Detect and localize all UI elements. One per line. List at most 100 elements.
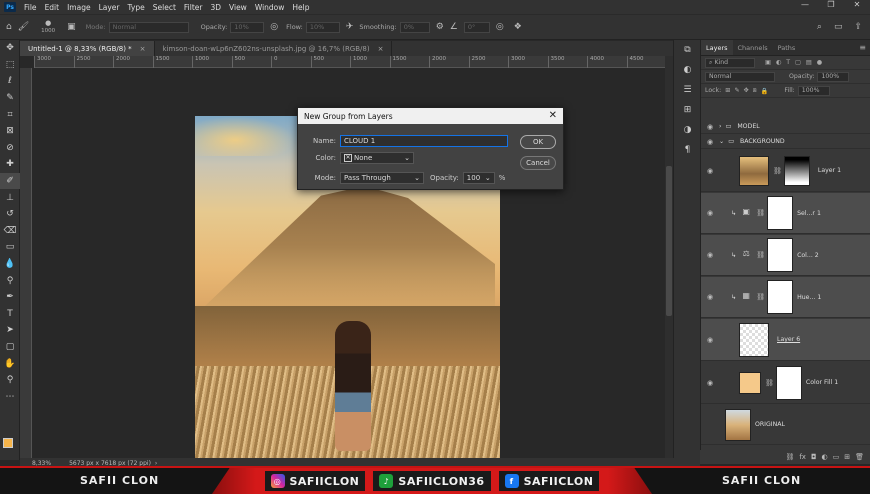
menu-help[interactable]: Help [288, 3, 313, 12]
brush-settings-icon[interactable]: ▣ [67, 22, 76, 32]
layer-row[interactable]: ◉ ⌄ ▭ BACKGROUND [701, 135, 870, 149]
chevron-right-icon[interactable]: › [719, 123, 721, 130]
brush-tool-icon-active[interactable]: ✐ [0, 172, 20, 190]
clone-stamp-tool-icon[interactable]: ⊥ [0, 189, 20, 206]
lock-artboard-icon[interactable]: ⧈ [753, 87, 757, 95]
color-panel-icon[interactable]: ◐ [674, 60, 701, 80]
close-window-button[interactable]: ✕ [844, 0, 870, 9]
chain-link-icon[interactable]: ⛓ [765, 379, 774, 387]
ok-button[interactable]: OK [520, 135, 556, 149]
mode-select[interactable]: Normal [108, 21, 189, 33]
hand-tool-icon[interactable]: ✋ [0, 355, 20, 372]
filter-toggle-icon[interactable]: ● [817, 59, 822, 66]
brush-preset-picker[interactable]: ● 1000 [41, 19, 55, 35]
libraries-panel-icon[interactable]: ⊞ [674, 100, 701, 120]
lock-transparency-icon[interactable]: ⊞ [725, 87, 730, 94]
scrollbar-thumb[interactable] [666, 166, 672, 316]
layer-row[interactable]: ◉ ⛓ Color Fill 1 [701, 362, 870, 404]
adjustment-layer-icon[interactable]: ◐ [822, 453, 828, 461]
opacity-input[interactable]: 10% [230, 21, 265, 33]
menu-file[interactable]: File [20, 3, 41, 12]
home-icon[interactable]: ⌂ [6, 22, 12, 32]
symmetry-icon[interactable]: ❖ [514, 22, 522, 32]
gradient-tool-icon[interactable]: ▭ [0, 239, 20, 256]
healing-brush-tool-icon[interactable]: ✚ [0, 156, 20, 173]
zoom-tool-icon[interactable]: ⚲ [0, 372, 20, 389]
minimize-button[interactable]: — [792, 0, 818, 9]
pressure-size-icon[interactable]: ◎ [496, 22, 504, 32]
kind-filter-select[interactable]: ⌕ Kind [705, 57, 755, 68]
menu-window[interactable]: Window [251, 3, 289, 12]
workspace-icon[interactable]: ▭ [834, 22, 843, 32]
smoothing-input[interactable]: 0% [399, 21, 430, 33]
layer-row[interactable]: ◉ ↳ ⚖ ⛓ Col... 2 [701, 235, 870, 276]
visibility-eye-icon[interactable]: ◉ [701, 293, 719, 301]
vertical-scrollbar[interactable] [665, 56, 673, 458]
maximize-button[interactable]: ❐ [818, 0, 844, 9]
properties-panel-icon[interactable]: ☰ [674, 80, 701, 100]
tab-kimson-doan[interactable]: kimson-doan-wLp6nZ602ns-unsplash.jpg @ 1… [155, 41, 393, 56]
more-tools-icon[interactable]: ⋯ [0, 388, 20, 405]
opacity-input[interactable]: 100 ⌄ [462, 172, 495, 184]
share-icon[interactable]: ⇪ [854, 22, 862, 32]
eraser-tool-icon[interactable]: ⌫ [0, 223, 20, 240]
smoothing-gear-icon[interactable]: ⚙ [436, 22, 444, 32]
lasso-tool-icon[interactable]: ℓ [0, 73, 20, 90]
menu-edit[interactable]: Edit [41, 3, 64, 12]
visibility-eye-icon[interactable]: ◉ [701, 167, 719, 175]
quick-select-tool-icon[interactable]: ✎ [0, 90, 20, 107]
chain-link-icon[interactable]: ⛓ [773, 167, 782, 175]
blend-mode-select[interactable]: Normal [705, 71, 775, 82]
menu-filter[interactable]: Filter [180, 3, 207, 12]
adjustments-panel-icon[interactable]: ◑ [674, 120, 701, 140]
close-icon[interactable]: ✕ [549, 110, 557, 121]
visibility-eye-icon[interactable]: ◉ [701, 209, 719, 217]
history-brush-tool-icon[interactable]: ↺ [0, 206, 20, 223]
foreground-color-swatch[interactable] [3, 438, 13, 448]
visibility-eye-icon[interactable]: ◉ [701, 379, 719, 387]
tab-layers[interactable]: Layers [701, 40, 733, 55]
visibility-eye-icon[interactable]: ◉ [701, 336, 719, 344]
tab-channels[interactable]: Channels [733, 40, 773, 55]
trash-icon[interactable]: 🗑 [855, 453, 864, 461]
filter-adjustment-icon[interactable]: ◐ [776, 59, 781, 66]
cancel-button[interactable]: Cancel [520, 156, 556, 170]
path-selection-tool-icon[interactable]: ➤ [0, 322, 20, 339]
type-tool-icon[interactable]: T [0, 306, 20, 323]
pressure-opacity-icon[interactable]: ◎ [270, 22, 278, 32]
chain-link-icon[interactable]: ⛓ [756, 251, 765, 259]
tab-paths[interactable]: Paths [773, 40, 801, 55]
new-layer-icon[interactable]: ⊞ [844, 453, 850, 461]
lock-position-icon[interactable]: ✥ [744, 87, 749, 94]
menu-image[interactable]: Image [63, 3, 95, 12]
filter-smart-icon[interactable]: ▤ [806, 59, 812, 66]
color-select[interactable]: ✕ None ⌄ [340, 152, 414, 164]
chain-link-icon[interactable]: ⛓ [756, 209, 765, 217]
panel-menu-icon[interactable]: ≡ [859, 40, 866, 55]
close-tab-icon[interactable]: × [140, 45, 146, 53]
lock-pixels-icon[interactable]: ✎ [734, 87, 739, 94]
paragraph-panel-icon[interactable]: ¶ [674, 140, 701, 160]
blur-tool-icon[interactable]: 💧 [0, 256, 20, 273]
layer-row[interactable]: ◉ ↳ ▣ ⛓ Sel...r 1 [701, 193, 870, 234]
layer-opacity-input[interactable]: 100% [817, 71, 850, 82]
filter-type-icon[interactable]: T [786, 59, 790, 66]
menu-3d[interactable]: 3D [206, 3, 225, 12]
crop-tool-icon[interactable]: ⌗ [0, 106, 20, 123]
pen-tool-icon[interactable]: ✒ [0, 289, 20, 306]
new-group-icon[interactable]: ▭ [833, 453, 840, 461]
add-mask-icon[interactable]: ◘ [811, 453, 817, 461]
move-tool-icon[interactable]: ✥ [0, 40, 20, 57]
mode-select[interactable]: Pass Through ⌄ [340, 172, 424, 184]
layer-row[interactable]: ◉ Layer 6 [701, 319, 870, 361]
chain-link-icon[interactable]: ⛓ [756, 293, 765, 301]
layer-row[interactable]: ◉ ↳ ▦ ⛓ Hue... 1 [701, 277, 870, 318]
link-layers-icon[interactable]: ⛓ [785, 453, 794, 461]
visibility-eye-icon[interactable]: ◉ [701, 138, 719, 146]
airbrush-icon[interactable]: ✈ [346, 22, 354, 32]
menu-type[interactable]: Type [124, 3, 149, 12]
rectangle-tool-icon[interactable]: ▢ [0, 339, 20, 356]
visibility-eye-icon[interactable]: ◉ [701, 251, 719, 259]
layer-row[interactable]: ◉ ⛓ Layer 1 [701, 150, 870, 192]
brush-tool-icon[interactable]: 🖌 [18, 22, 29, 32]
